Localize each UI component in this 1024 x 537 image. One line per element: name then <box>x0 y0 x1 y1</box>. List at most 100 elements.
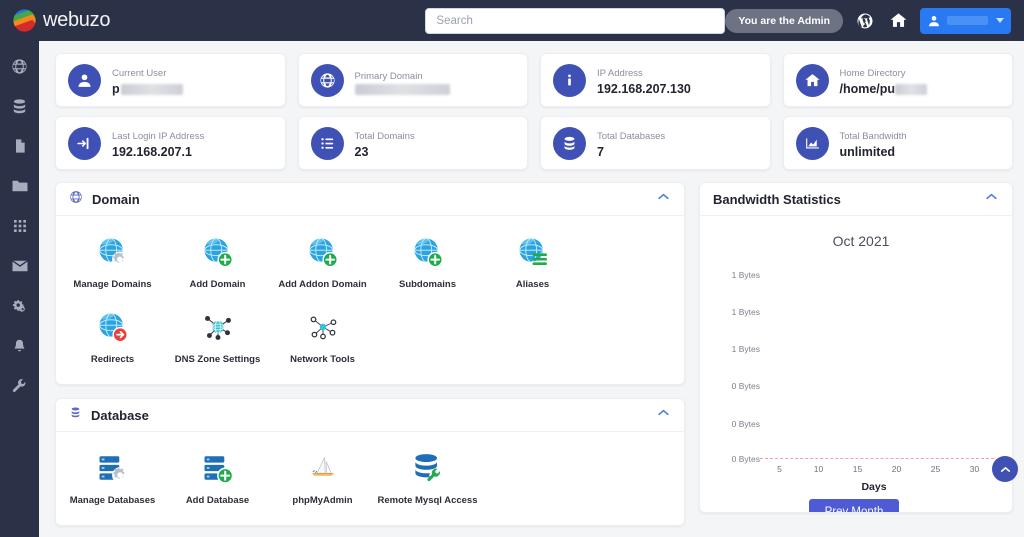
redacted-value <box>895 83 928 95</box>
panel-domain-tiles: Manage Domains Add Domain Add Addon Doma… <box>56 216 684 384</box>
home-icon <box>795 63 829 97</box>
panel-row: Domain Manage Domains Add Domain Add Add… <box>55 182 1013 537</box>
stat-card-total-bandwidth: Total Bandwidth unlimited <box>782 116 1013 170</box>
y-tick-label: 1 Bytes <box>731 307 760 317</box>
stat-value: 192.168.207.1 <box>112 145 192 159</box>
panel-database-tiles: Manage Databases Add Database phpMyAdmin… <box>56 432 684 525</box>
redacted-value <box>354 83 450 95</box>
sidebar-item-domains[interactable] <box>8 55 32 77</box>
tile-remote-mysql-access[interactable]: Remote Mysql Access <box>375 442 480 517</box>
file-icon <box>15 139 25 153</box>
scroll-to-top-button[interactable] <box>992 456 1018 482</box>
sidebar-item-settings[interactable] <box>8 295 32 317</box>
panel-bandwidth-statistics: Bandwidth Statistics Oct 2021 1 Bytes 1 … <box>699 182 1013 513</box>
chart-area-icon <box>795 126 829 160</box>
x-axis-ticks: 5 10 15 20 25 30 <box>760 464 994 474</box>
stat-value: 7 <box>597 145 604 159</box>
tile-subdomains[interactable]: Subdomains <box>375 226 480 301</box>
panel-domain-header[interactable]: Domain <box>56 183 684 216</box>
chevron-up-icon <box>1000 466 1010 472</box>
tile-network-tools[interactable]: Network Tools <box>270 301 375 376</box>
sidebar-item-files[interactable] <box>8 135 32 157</box>
home-icon[interactable] <box>887 10 909 32</box>
stat-value: /home/pu <box>840 81 928 97</box>
sidebar-item-notifications[interactable] <box>8 335 32 357</box>
chart-title: Oct 2021 <box>832 233 890 249</box>
sidebar-item-folders[interactable] <box>8 175 32 197</box>
stat-value <box>354 83 450 95</box>
stat-card-total-domains: Total Domains 23 <box>297 116 528 170</box>
tile-add-database[interactable]: Add Database <box>165 442 270 517</box>
panel-database-header[interactable]: Database <box>56 399 684 432</box>
tile-dns-zone-settings[interactable]: DNS Zone Settings <box>165 301 270 376</box>
chevron-up-icon[interactable] <box>984 189 999 209</box>
tile-manage-domains[interactable]: Manage Domains <box>60 226 165 301</box>
sidebar-item-email[interactable] <box>8 255 32 277</box>
chart-plot-area: 1 Bytes 1 Bytes 1 Bytes 0 Bytes 0 Bytes … <box>706 263 1002 474</box>
tile-manage-databases[interactable]: Manage Databases <box>60 442 165 517</box>
y-tick-label: 1 Bytes <box>731 344 760 355</box>
network-tools-icon <box>272 307 373 347</box>
tile-label: DNS Zone Settings <box>174 354 261 365</box>
sidebar-item-tools[interactable] <box>8 375 32 397</box>
stat-value: 23 <box>354 145 369 159</box>
body: Current User p Primary Domain IP Address… <box>0 41 1024 537</box>
info-icon <box>553 63 586 97</box>
tile-add-domain[interactable]: Add Domain <box>165 226 270 301</box>
stat-card-total-databases: Total Databases 7 <box>540 116 771 170</box>
chart-baseline-series <box>760 458 994 459</box>
user-icon <box>929 15 939 26</box>
webuzo-globe-logo-icon <box>12 8 37 33</box>
y-tick-label: 1 Bytes <box>731 269 760 280</box>
stat-card-last-login-ip: Last Login IP Address 192.168.207.1 <box>55 116 286 170</box>
panel-bandwidth-header[interactable]: Bandwidth Statistics <box>700 183 1012 216</box>
x-tick-label: 25 <box>930 464 941 474</box>
globe-icon <box>12 58 27 74</box>
topbar-actions: You are the Admin <box>725 7 1024 34</box>
sidebar-item-databases[interactable] <box>8 95 32 117</box>
tile-add-addon-domain[interactable]: Add Addon Domain <box>270 226 375 301</box>
globe-plus-icon <box>167 232 268 272</box>
globe-plus-icon <box>377 232 478 272</box>
globe-gear-icon <box>62 232 163 272</box>
tile-redirects[interactable]: Redirects <box>60 301 165 376</box>
bell-icon <box>14 339 25 351</box>
brand[interactable]: webuzo <box>0 8 222 33</box>
phpmyadmin-icon <box>272 448 373 488</box>
panel-domain: Domain Manage Domains Add Domain Add Add… <box>55 182 685 385</box>
wrench-icon <box>12 378 26 392</box>
x-tick-label: 15 <box>852 464 863 474</box>
tile-label: Network Tools <box>290 354 355 365</box>
tile-label: Add Domain <box>189 279 246 290</box>
tile-label: Redirects <box>90 354 135 365</box>
tile-aliases[interactable]: Aliases <box>480 226 585 301</box>
tile-phpmyadmin[interactable]: phpMyAdmin <box>270 442 375 517</box>
wordpress-icon[interactable] <box>854 10 876 32</box>
chevron-up-icon[interactable] <box>656 189 671 209</box>
x-tick-label: 30 <box>969 464 980 474</box>
globe-icon <box>69 190 83 209</box>
sidebar-item-apps[interactable] <box>8 215 32 237</box>
main-content: Current User p Primary Domain IP Address… <box>39 41 1024 537</box>
login-icon <box>68 126 101 160</box>
user-menu-button[interactable] <box>920 7 1011 34</box>
globe-redirect-icon <box>62 307 163 347</box>
search-input[interactable] <box>425 7 726 34</box>
stat-label: Primary Domain <box>354 70 423 82</box>
y-tick-label: 0 Bytes <box>731 454 760 464</box>
stat-label: Last Login IP Address <box>112 131 205 142</box>
stat-card-current-user: Current User p <box>55 53 286 107</box>
database-plus-icon <box>167 448 268 488</box>
stat-value: p <box>112 81 183 97</box>
stat-value: 192.168.207.130 <box>597 82 691 96</box>
chevron-up-icon[interactable] <box>656 405 671 425</box>
globe-icon <box>310 63 344 97</box>
sidebar <box>0 41 39 537</box>
prev-month-button[interactable]: Prev Month <box>808 499 900 512</box>
right-column: Bandwidth Statistics Oct 2021 1 Bytes 1 … <box>699 182 1013 526</box>
panel-title: Domain <box>92 191 140 207</box>
redacted-value <box>120 83 183 95</box>
panel-title: Bandwidth Statistics <box>713 191 841 207</box>
username-redacted <box>947 16 988 25</box>
tile-label: Manage Domains <box>73 279 152 290</box>
